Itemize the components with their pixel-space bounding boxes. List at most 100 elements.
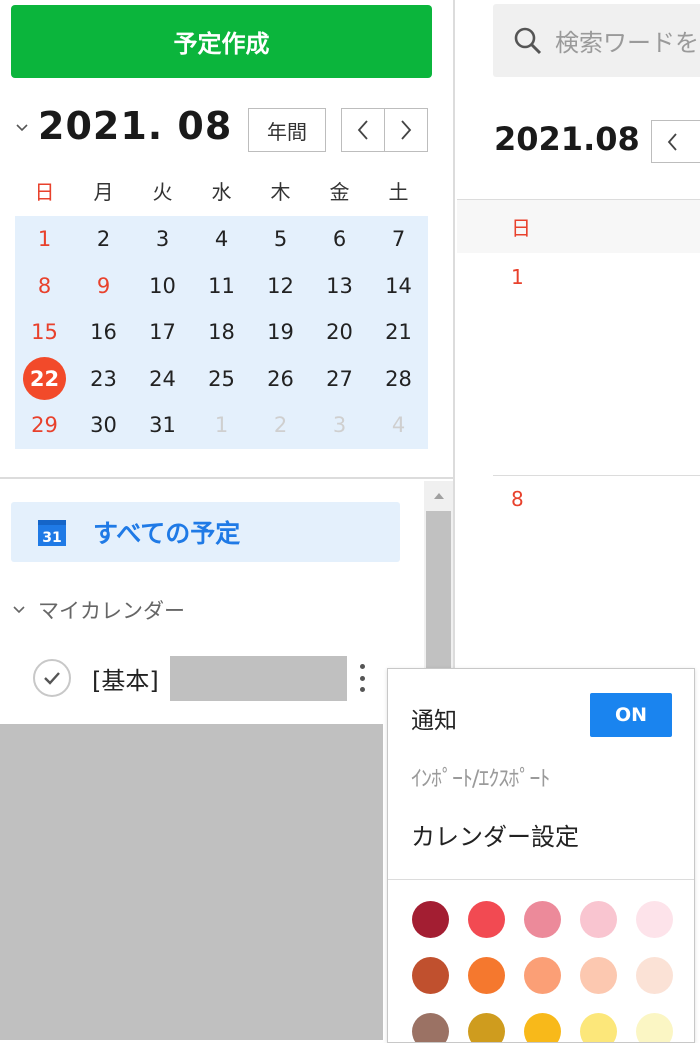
day-cell[interactable]: 5 <box>251 216 310 263</box>
main-month-title: 2021.08 <box>494 120 640 158</box>
weekday-header-row: 日 月 火 水 木 金 土 <box>15 168 428 216</box>
chevron-down-icon <box>13 606 25 614</box>
day-cell[interactable]: 19 <box>251 309 310 356</box>
swatch-row <box>412 1013 682 1042</box>
color-swatch[interactable] <box>580 901 617 938</box>
weekday-tue: 火 <box>152 180 173 204</box>
day-cell-next-month[interactable]: 4 <box>369 402 428 449</box>
calendar-settings-menu-item[interactable]: カレンダー設定 <box>411 817 579 852</box>
today-marker: 22 <box>23 357 66 401</box>
mini-calendar: 日 月 火 水 木 金 土 1 2 3 4 5 6 7 8 9 10 11 12… <box>15 168 428 449</box>
day-cell[interactable]: 2 <box>74 216 133 263</box>
menu-divider <box>388 879 694 880</box>
day-cell[interactable]: 7 <box>369 216 428 263</box>
day-cell[interactable]: 26 <box>251 356 310 403</box>
weekday-wed: 水 <box>211 180 232 204</box>
chevron-right-icon <box>401 120 412 140</box>
color-swatch[interactable] <box>636 1013 673 1042</box>
chevron-down-icon[interactable] <box>14 120 30 136</box>
weekday-sun: 日 <box>34 180 55 204</box>
color-swatch[interactable] <box>468 901 505 938</box>
day-cell-next-month[interactable]: 3 <box>310 402 369 449</box>
day-cell[interactable]: 14 <box>369 263 428 310</box>
import-export-menu-item[interactable]: ｲﾝﾎﾟｰﾄ/ｴｸｽﾎﾟｰﾄ <box>411 761 550 793</box>
week-row: 15 16 17 18 19 20 21 <box>15 309 428 356</box>
color-swatch[interactable] <box>524 957 561 994</box>
checkmark-icon <box>44 672 60 685</box>
more-options-icon[interactable] <box>355 664 369 692</box>
year-view-button[interactable]: 年間 <box>248 108 326 152</box>
color-swatch[interactable] <box>468 957 505 994</box>
mini-calendar-header: 2021. 08 年間 <box>0 100 455 160</box>
day-cell[interactable]: 18 <box>192 309 251 356</box>
grid-day-number[interactable]: 8 <box>511 487 524 511</box>
day-cell[interactable]: 28 <box>369 356 428 403</box>
day-cell[interactable]: 4 <box>192 216 251 263</box>
calendar-item-name: [基本] <box>92 666 159 695</box>
day-cell-next-month[interactable]: 1 <box>192 402 251 449</box>
color-swatch[interactable] <box>412 1013 449 1042</box>
day-cell[interactable]: 30 <box>74 402 133 449</box>
my-calendars-label: マイカレンダー <box>38 599 185 623</box>
my-calendars-header[interactable]: マイカレンダー <box>12 595 185 625</box>
scroll-up-arrow-icon[interactable] <box>424 481 453 510</box>
redacted-region <box>170 656 347 701</box>
notification-row: 通知 ON <box>388 669 694 759</box>
search-icon <box>514 27 542 54</box>
day-cell[interactable]: 20 <box>310 309 369 356</box>
color-swatch[interactable] <box>580 957 617 994</box>
main-prev-month-button[interactable] <box>651 120 700 163</box>
day-cell[interactable]: 11 <box>192 263 251 310</box>
day-cell[interactable]: 17 <box>133 309 192 356</box>
color-swatch[interactable] <box>524 1013 561 1042</box>
day-cell[interactable]: 31 <box>133 402 192 449</box>
grid-day-number[interactable]: 1 <box>511 265 524 289</box>
grid-weekday-header: 日 <box>457 200 700 253</box>
day-cell[interactable]: 27 <box>310 356 369 403</box>
next-month-button[interactable] <box>384 109 427 151</box>
day-cell[interactable]: 25 <box>192 356 251 403</box>
grid-week-separator <box>493 475 700 476</box>
day-cell-holiday[interactable]: 9 <box>74 263 133 310</box>
day-cell[interactable]: 13 <box>310 263 369 310</box>
notification-toggle[interactable]: ON <box>590 693 672 737</box>
week-row: 22 23 24 25 26 27 28 <box>15 356 428 403</box>
color-swatch[interactable] <box>524 901 561 938</box>
day-cell[interactable]: 12 <box>251 263 310 310</box>
day-cell[interactable]: 21 <box>369 309 428 356</box>
color-swatch[interactable] <box>468 1013 505 1042</box>
color-swatch[interactable] <box>412 957 449 994</box>
color-swatch[interactable] <box>636 957 673 994</box>
day-cell-next-month[interactable]: 2 <box>251 402 310 449</box>
day-cell-today[interactable]: 22 <box>15 356 74 403</box>
calendar-icon-number: 31 <box>42 530 61 546</box>
day-cell[interactable]: 6 <box>310 216 369 263</box>
grid-weekday-sun: 日 <box>511 216 531 240</box>
color-swatch[interactable] <box>636 901 673 938</box>
search-input[interactable]: 検索ワードを <box>493 4 700 77</box>
color-swatch[interactable] <box>412 901 449 938</box>
calendar-visibility-checkbox[interactable] <box>33 659 71 697</box>
swatch-row <box>412 901 682 957</box>
day-cell[interactable]: 29 <box>15 402 74 449</box>
day-cell[interactable]: 24 <box>133 356 192 403</box>
calendar-icon: 31 <box>38 520 66 546</box>
day-cell[interactable]: 23 <box>74 356 133 403</box>
day-cell[interactable]: 8 <box>15 263 74 310</box>
day-cell[interactable]: 10 <box>133 263 192 310</box>
notification-label: 通知 <box>411 708 457 734</box>
prev-month-button[interactable] <box>342 109 384 151</box>
color-swatch[interactable] <box>580 1013 617 1042</box>
day-cell[interactable]: 15 <box>15 309 74 356</box>
mini-calendar-month-title: 2021. 08 <box>38 104 233 148</box>
weekday-fri: 金 <box>329 180 350 204</box>
week-row: 8 9 10 11 12 13 14 <box>15 263 428 310</box>
create-event-button[interactable]: 予定作成 <box>11 5 432 78</box>
day-cell[interactable]: 1 <box>15 216 74 263</box>
day-cell[interactable]: 3 <box>133 216 192 263</box>
day-cell[interactable]: 16 <box>74 309 133 356</box>
all-events-item[interactable]: 31 すべての予定 <box>11 502 400 562</box>
chevron-left-icon <box>357 120 368 140</box>
mini-calendar-days: 1 2 3 4 5 6 7 8 9 10 11 12 13 14 15 16 1… <box>15 216 428 449</box>
month-nav <box>341 108 428 152</box>
